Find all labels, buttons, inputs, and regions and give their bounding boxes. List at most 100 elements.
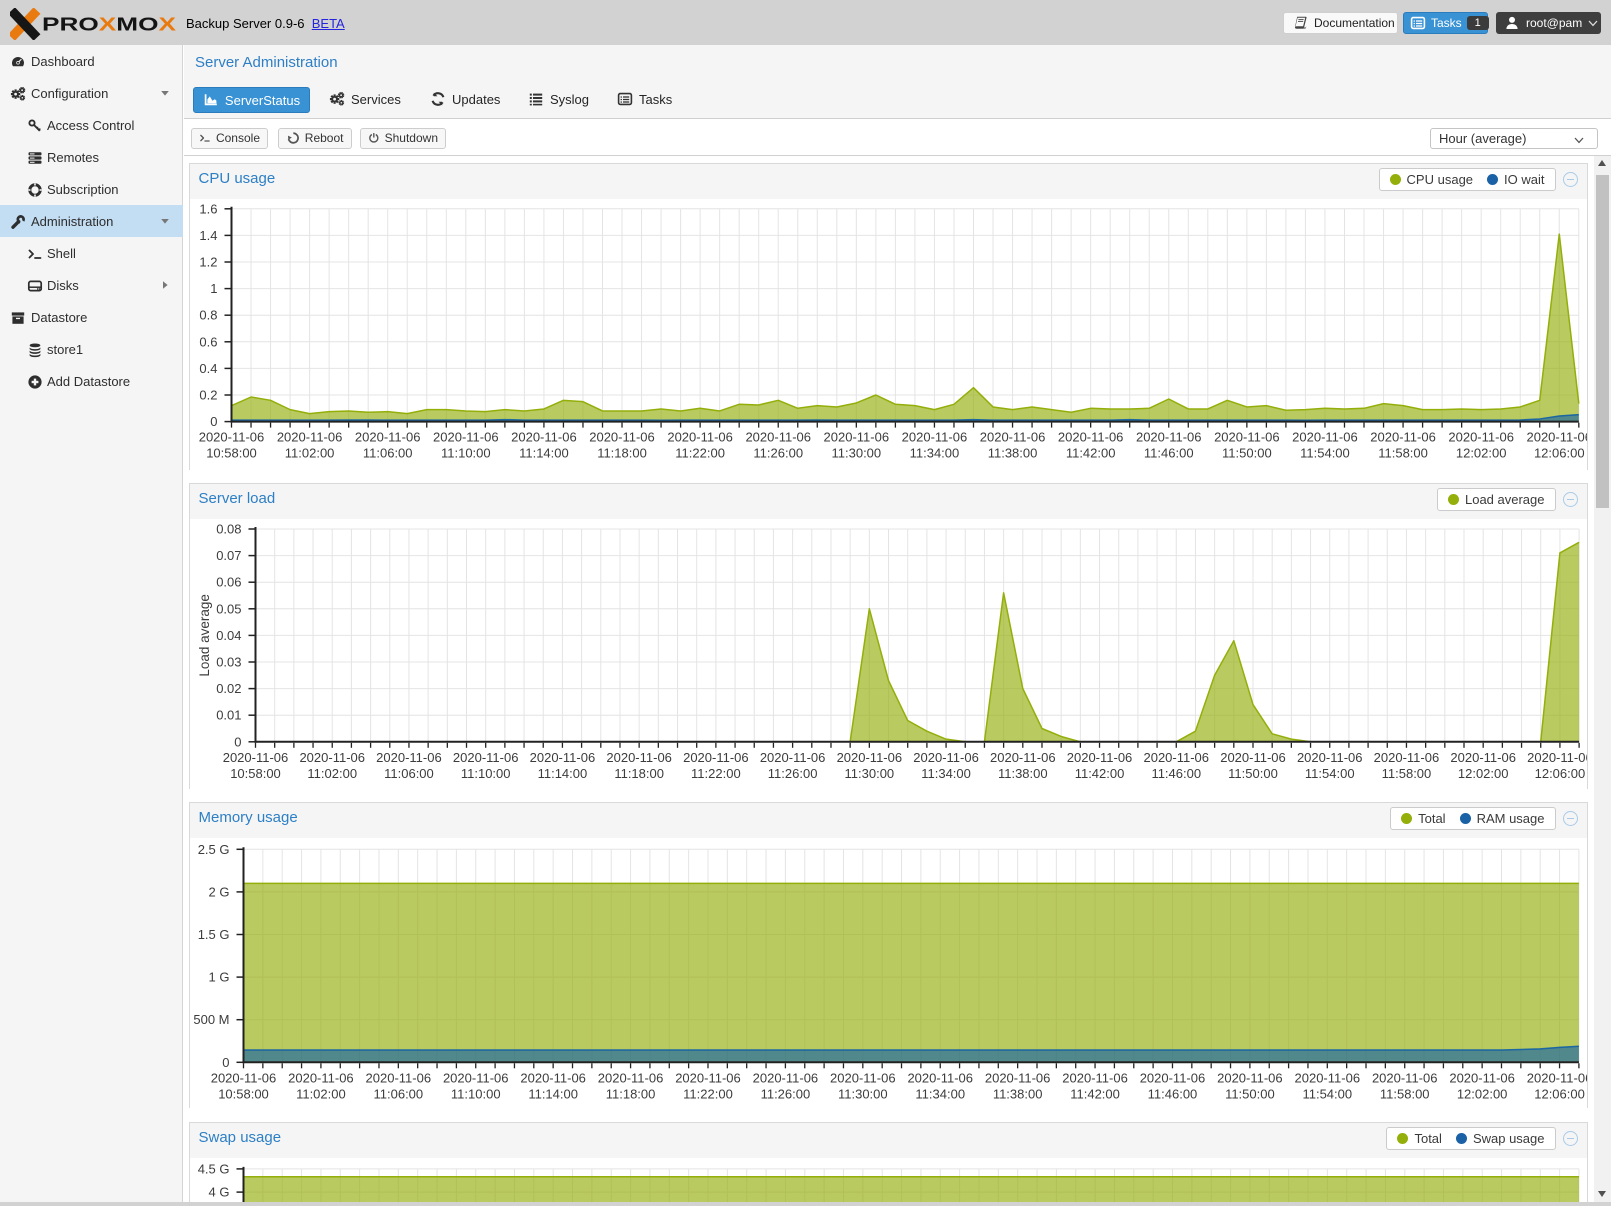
svg-text:2020-11-06: 2020-11-06 (907, 1070, 973, 1085)
svg-text:2020-11-06: 2020-11-06 (433, 429, 499, 444)
svg-text:12:06:00: 12:06:00 (1533, 445, 1584, 460)
svg-text:0.04: 0.04 (216, 627, 241, 642)
svg-text:2020-11-06: 2020-11-06 (979, 429, 1045, 444)
svg-text:11:54:00: 11:54:00 (1304, 765, 1354, 780)
svg-text:2020-11-06: 2020-11-06 (511, 429, 577, 444)
svg-text:2020-11-06: 2020-11-06 (1220, 749, 1286, 764)
svg-text:2020-11-06: 2020-11-06 (442, 1070, 508, 1085)
svg-text:1.4: 1.4 (199, 228, 217, 243)
svg-text:11:14:00: 11:14:00 (528, 1086, 578, 1101)
svg-text:11:50:00: 11:50:00 (1222, 445, 1272, 460)
svg-text:0.01: 0.01 (216, 707, 241, 722)
svg-text:11:42:00: 11:42:00 (1065, 445, 1115, 460)
svg-text:11:34:00: 11:34:00 (909, 445, 959, 460)
svg-text:2.5 G: 2.5 G (197, 842, 229, 857)
svg-text:11:42:00: 11:42:00 (1070, 1086, 1120, 1101)
svg-text:Load average: Load average (197, 594, 212, 677)
svg-text:2020-11-06: 2020-11-06 (667, 429, 733, 444)
svg-text:10:58:00: 10:58:00 (218, 1086, 269, 1101)
svg-text:2020-11-06: 2020-11-06 (745, 429, 811, 444)
svg-text:2020-11-06: 2020-11-06 (1139, 1070, 1205, 1085)
svg-text:11:38:00: 11:38:00 (987, 445, 1037, 460)
svg-text:0.03: 0.03 (216, 654, 241, 669)
svg-text:11:46:00: 11:46:00 (1143, 445, 1193, 460)
svg-text:2020-11-06: 2020-11-06 (529, 749, 595, 764)
svg-text:1: 1 (210, 281, 217, 296)
svg-text:2020-11-06: 2020-11-06 (836, 749, 902, 764)
svg-text:11:46:00: 11:46:00 (1147, 1086, 1197, 1101)
svg-text:11:18:00: 11:18:00 (605, 1086, 655, 1101)
svg-text:2020-11-06: 2020-11-06 (1526, 429, 1587, 444)
svg-text:11:14:00: 11:14:00 (519, 445, 569, 460)
svg-text:2020-11-06: 2020-11-06 (1217, 1070, 1283, 1085)
svg-text:11:18:00: 11:18:00 (597, 445, 647, 460)
svg-text:11:42:00: 11:42:00 (1074, 765, 1124, 780)
svg-text:PROXMOX: PROXMOX (42, 15, 176, 35)
svg-text:1 G: 1 G (208, 969, 229, 984)
svg-text:2020-11-06: 2020-11-06 (1062, 1070, 1128, 1085)
svg-text:11:10:00: 11:10:00 (450, 1086, 500, 1101)
svg-text:2020-11-06: 2020-11-06 (823, 429, 889, 444)
svg-text:11:30:00: 11:30:00 (837, 1086, 887, 1101)
svg-text:0.07: 0.07 (216, 548, 241, 563)
svg-text:11:06:00: 11:06:00 (384, 765, 434, 780)
svg-text:11:14:00: 11:14:00 (537, 765, 587, 780)
svg-text:2020-11-06: 2020-11-06 (1143, 749, 1209, 764)
svg-text:2020-11-06: 2020-11-06 (210, 1070, 276, 1085)
svg-text:2020-11-06: 2020-11-06 (752, 1070, 818, 1085)
svg-text:2020-11-06: 2020-11-06 (589, 429, 655, 444)
svg-text:0.08: 0.08 (216, 521, 241, 536)
svg-text:2020-11-06: 2020-11-06 (606, 749, 672, 764)
svg-text:0: 0 (222, 1055, 229, 1070)
svg-text:11:38:00: 11:38:00 (992, 1086, 1042, 1101)
svg-text:0: 0 (234, 734, 241, 749)
svg-text:10:58:00: 10:58:00 (206, 445, 257, 460)
svg-text:11:58:00: 11:58:00 (1381, 765, 1431, 780)
svg-text:11:26:00: 11:26:00 (760, 1086, 810, 1101)
svg-text:2020-11-06: 2020-11-06 (1135, 429, 1201, 444)
svg-text:500 M: 500 M (193, 1012, 229, 1027)
svg-text:0.8: 0.8 (199, 307, 217, 322)
svg-text:11:06:00: 11:06:00 (362, 445, 412, 460)
svg-text:1.2: 1.2 (199, 254, 217, 269)
svg-text:2020-11-06: 2020-11-06 (198, 429, 264, 444)
svg-text:2020-11-06: 2020-11-06 (830, 1070, 896, 1085)
svg-text:2020-11-06: 2020-11-06 (1296, 749, 1362, 764)
svg-text:11:46:00: 11:46:00 (1151, 765, 1201, 780)
svg-text:2020-11-06: 2020-11-06 (597, 1070, 663, 1085)
svg-text:11:10:00: 11:10:00 (440, 445, 490, 460)
svg-text:10:58:00: 10:58:00 (230, 765, 281, 780)
svg-text:11:26:00: 11:26:00 (767, 765, 817, 780)
svg-text:11:02:00: 11:02:00 (307, 765, 357, 780)
svg-text:2020-11-06: 2020-11-06 (990, 749, 1056, 764)
svg-text:11:38:00: 11:38:00 (997, 765, 1047, 780)
svg-text:2020-11-06: 2020-11-06 (376, 749, 442, 764)
svg-text:2020-11-06: 2020-11-06 (452, 749, 518, 764)
svg-text:11:26:00: 11:26:00 (753, 445, 803, 460)
svg-text:0.2: 0.2 (199, 387, 217, 402)
svg-text:4 G: 4 G (208, 1184, 229, 1199)
svg-text:2020-11-06: 2020-11-06 (1527, 749, 1587, 764)
svg-text:0.4: 0.4 (199, 361, 217, 376)
svg-text:0.06: 0.06 (216, 574, 241, 589)
svg-text:2020-11-06: 2020-11-06 (1449, 1070, 1515, 1085)
svg-text:11:34:00: 11:34:00 (915, 1086, 965, 1101)
svg-text:11:22:00: 11:22:00 (691, 765, 741, 780)
svg-text:2020-11-06: 2020-11-06 (1370, 429, 1436, 444)
svg-text:2020-11-06: 2020-11-06 (675, 1070, 741, 1085)
svg-text:2020-11-06: 2020-11-06 (1448, 429, 1514, 444)
svg-text:11:22:00: 11:22:00 (683, 1086, 733, 1101)
svg-text:1.6: 1.6 (199, 201, 217, 216)
svg-text:2020-11-06: 2020-11-06 (1371, 1070, 1437, 1085)
svg-text:11:10:00: 11:10:00 (460, 765, 510, 780)
svg-text:2020-11-06: 2020-11-06 (1373, 749, 1439, 764)
svg-text:2020-11-06: 2020-11-06 (683, 749, 749, 764)
svg-text:12:02:00: 12:02:00 (1456, 1086, 1507, 1101)
svg-text:11:18:00: 11:18:00 (614, 765, 664, 780)
svg-text:11:02:00: 11:02:00 (284, 445, 334, 460)
svg-text:11:06:00: 11:06:00 (373, 1086, 423, 1101)
svg-text:2020-11-06: 2020-11-06 (759, 749, 825, 764)
svg-text:11:58:00: 11:58:00 (1379, 1086, 1429, 1101)
svg-text:2020-11-06: 2020-11-06 (901, 429, 967, 444)
svg-text:0.05: 0.05 (216, 601, 241, 616)
